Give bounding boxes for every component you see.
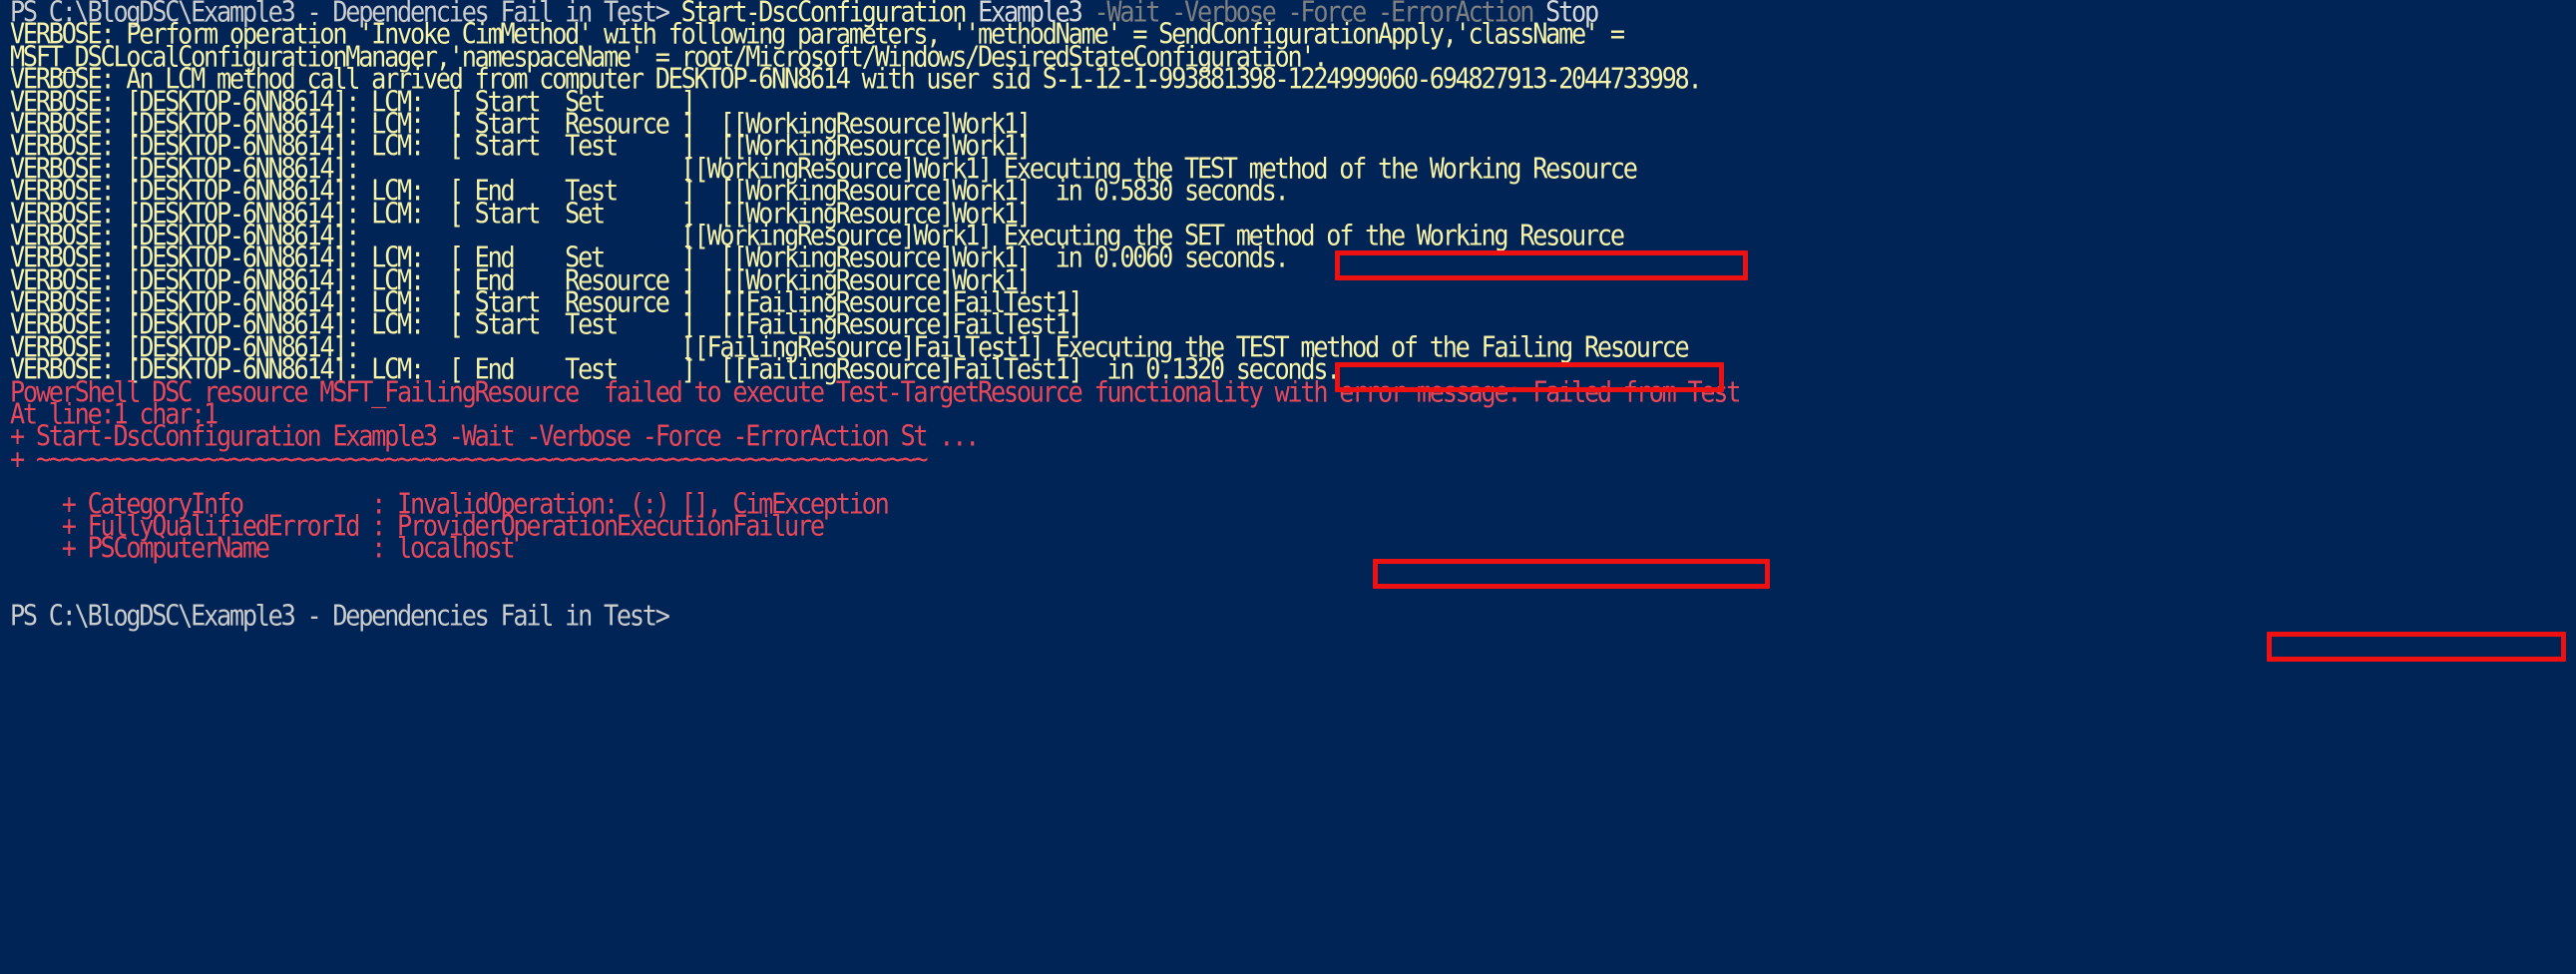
- line-error-1: PowerShell DSC resource MSFT_FailingReso…: [10, 377, 2576, 405]
- text-segment: PS C:\BlogDSC\Example3 - Dependencies Fa…: [10, 599, 670, 632]
- line-error-pscomputername: + PSComputerName : localhost: [10, 534, 2576, 562]
- console-output-text: PS C:\BlogDSC\Example3 - Dependencies Fa…: [10, 0, 2576, 629]
- powershell-console-window[interactable]: PS C:\BlogDSC\Example3 - Dependencies Fa…: [0, 0, 2576, 974]
- highlight-failed-from-test: [2267, 632, 2566, 662]
- line-final-prompt: PS C:\BlogDSC\Example3 - Dependencies Fa…: [10, 601, 2576, 629]
